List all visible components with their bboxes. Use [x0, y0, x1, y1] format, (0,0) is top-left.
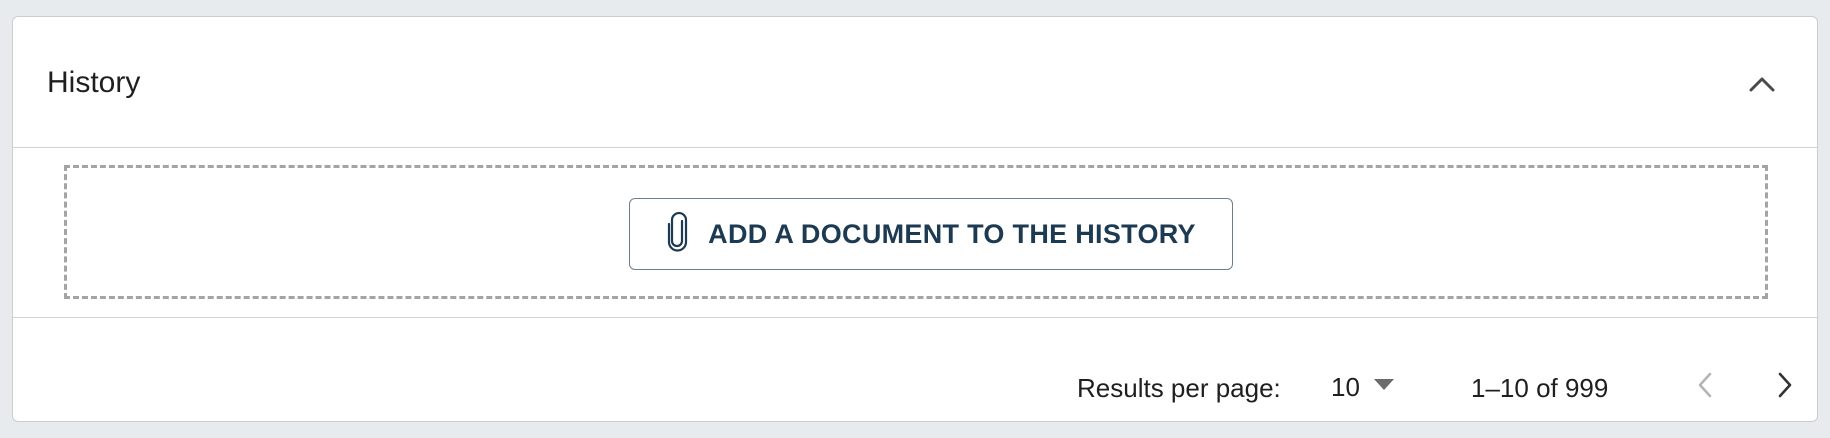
- footer-divider: [13, 317, 1817, 318]
- chevron-right-icon: [1777, 371, 1793, 404]
- add-document-button[interactable]: ADD A DOCUMENT TO THE HISTORY: [629, 198, 1233, 270]
- add-document-label: ADD A DOCUMENT TO THE HISTORY: [708, 218, 1196, 249]
- collapse-button[interactable]: [1745, 69, 1779, 103]
- caret-down-icon: [1373, 378, 1394, 396]
- history-panel-header[interactable]: History: [13, 17, 1817, 148]
- history-panel-title: History: [47, 66, 141, 99]
- next-page-button[interactable]: [1767, 367, 1803, 407]
- results-per-page-value: 10: [1331, 371, 1360, 402]
- chevron-left-icon: [1697, 371, 1713, 404]
- pagination-range: 1–10 of 999: [1471, 373, 1609, 403]
- pagination-bar: Results per page: 10 1–10 of 999: [13, 367, 1817, 407]
- document-dropzone[interactable]: ADD A DOCUMENT TO THE HISTORY: [64, 165, 1768, 299]
- paperclip-icon: [666, 211, 690, 257]
- previous-page-button[interactable]: [1687, 367, 1723, 407]
- results-per-page-select[interactable]: 10: [1331, 369, 1394, 405]
- results-per-page-label: Results per page:: [1077, 373, 1281, 403]
- chevron-up-icon: [1748, 75, 1776, 98]
- history-panel: History ADD A DOCUMENT TO THE HISTORY Re…: [12, 16, 1818, 422]
